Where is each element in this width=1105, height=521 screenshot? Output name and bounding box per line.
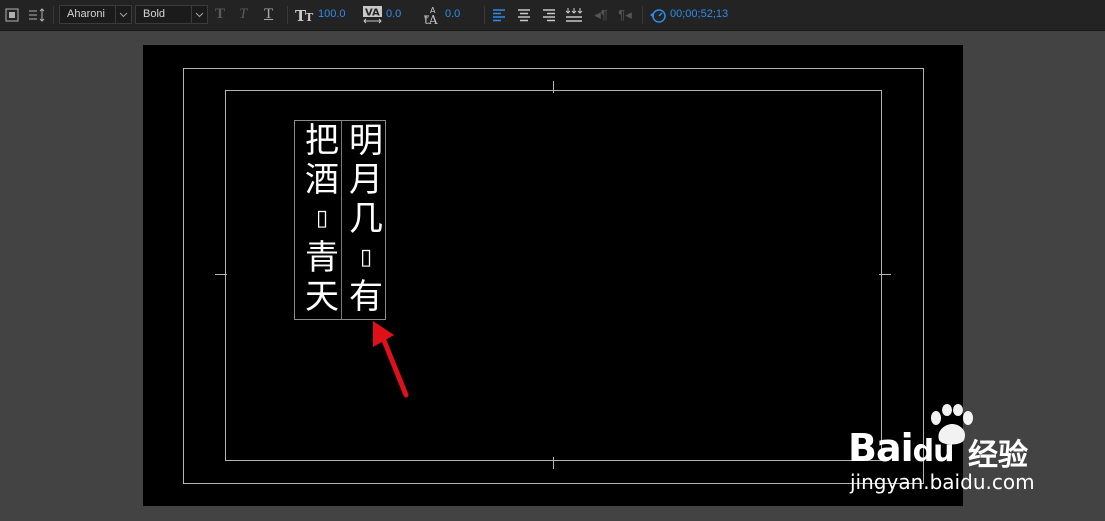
pilcrow-right-icon: ¶◂ bbox=[618, 7, 632, 22]
vertical-text-box[interactable]: 把 酒 ▯ 青 天 明 月 几 ▯ 有 bbox=[294, 120, 386, 320]
paragraph-options-icon[interactable] bbox=[27, 7, 47, 23]
timecode-display[interactable]: 00;00;52;13 bbox=[670, 8, 728, 20]
char: 月 bbox=[349, 160, 383, 200]
font-size-value[interactable]: 100.0 bbox=[318, 8, 346, 20]
baseline-shift-value[interactable]: 0.0 bbox=[445, 8, 460, 20]
font-family-dropdown[interactable]: Aharoni bbox=[59, 5, 116, 24]
align-center-icon[interactable] bbox=[516, 7, 532, 23]
program-monitor-canvas[interactable]: 把 酒 ▯ 青 天 明 月 几 ▯ 有 bbox=[143, 45, 963, 506]
center-tick-right bbox=[879, 274, 891, 275]
svg-text:tA: tA bbox=[424, 13, 438, 26]
watermark-url: jingyan.baidu.com bbox=[850, 470, 1035, 494]
font-size-icon: TT bbox=[295, 6, 315, 24]
baseline-shift-icon: AtA bbox=[422, 4, 444, 26]
center-tick-top bbox=[553, 81, 554, 93]
char-missing-glyph: ▯ bbox=[359, 245, 373, 270]
char: 把 bbox=[305, 121, 339, 161]
text-toolbar: Aharoni Bold T T T TT 100.0 VA 0.0 AtA 0… bbox=[0, 0, 1105, 31]
align-left-icon[interactable] bbox=[491, 7, 507, 23]
baidu-logo-text: Baidu bbox=[848, 426, 954, 470]
text-column-left: 把 酒 ▯ 青 天 bbox=[303, 121, 342, 319]
align-right-icon[interactable] bbox=[541, 7, 557, 23]
red-arrow-annotation bbox=[373, 321, 409, 398]
tracking-value[interactable]: 0.0 bbox=[386, 8, 401, 20]
pilcrow-left-icon: ◂¶ bbox=[594, 7, 608, 22]
faux-bold-icon[interactable]: T bbox=[215, 6, 225, 23]
tab-stops-icon[interactable] bbox=[565, 6, 583, 24]
font-style-chevron-down-icon[interactable] bbox=[192, 5, 208, 24]
toolbar-divider bbox=[484, 6, 485, 24]
frame-select-icon[interactable] bbox=[4, 7, 20, 23]
underline-icon[interactable]: T bbox=[264, 6, 273, 23]
center-tick-left bbox=[215, 274, 227, 275]
jingyan-label: 经验 bbox=[968, 438, 1028, 473]
baidu-watermark: Baidu 经验 jingyan.baidu.com bbox=[848, 404, 1058, 504]
char-missing-glyph: ▯ bbox=[315, 206, 329, 231]
stopwatch-icon[interactable] bbox=[649, 6, 667, 24]
font-family-chevron-down-icon[interactable] bbox=[116, 5, 132, 24]
toolbar-divider bbox=[53, 6, 54, 24]
font-style-dropdown[interactable]: Bold bbox=[135, 5, 192, 24]
char: 明 bbox=[349, 121, 383, 161]
toolbar-divider bbox=[287, 6, 288, 24]
svg-text:VA: VA bbox=[365, 8, 380, 19]
char: 几 bbox=[349, 199, 383, 239]
tracking-icon: VA bbox=[362, 5, 384, 25]
faux-italic-icon[interactable]: T bbox=[239, 6, 247, 23]
char: 天 bbox=[305, 277, 339, 317]
toolbar-divider bbox=[642, 6, 643, 24]
center-tick-bottom bbox=[553, 457, 554, 469]
char: 青 bbox=[305, 238, 339, 278]
svg-text:T: T bbox=[305, 11, 314, 23]
char: 有 bbox=[349, 277, 383, 317]
text-column-right: 明 月 几 ▯ 有 bbox=[347, 121, 385, 319]
char: 酒 bbox=[305, 160, 339, 200]
